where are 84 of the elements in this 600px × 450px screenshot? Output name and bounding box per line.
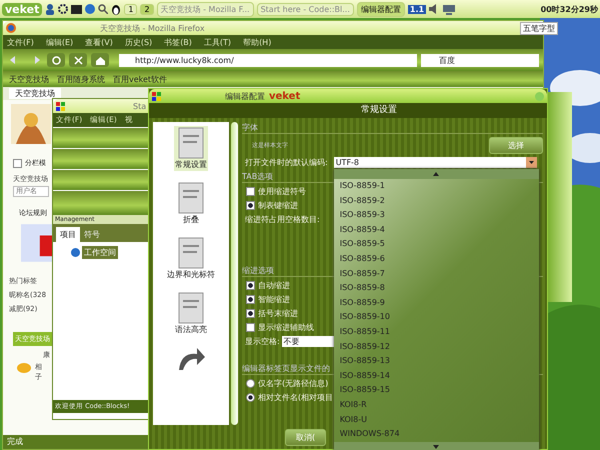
tree-item[interactable]: 工作空间 xyxy=(82,246,118,259)
browser-tab[interactable]: 天空竞技场 xyxy=(9,88,61,99)
scrollbar[interactable] xyxy=(231,122,238,425)
document-icon xyxy=(176,237,206,269)
panel-tab[interactable]: 项目 xyxy=(56,227,80,242)
task-button[interactable]: 编辑器配置 xyxy=(356,2,405,16)
spaces-label: 显示空格: xyxy=(244,336,280,347)
list-option[interactable]: ISO-8859-7 xyxy=(334,266,539,282)
encoding-dropdown[interactable]: UTF-8 xyxy=(334,157,526,168)
list-option[interactable]: ISO-8859-10 xyxy=(334,310,539,325)
list-option[interactable]: WINDOWS-874 xyxy=(334,427,539,442)
checkbox[interactable]: 显示缩进辅助线 xyxy=(242,322,314,333)
list-option[interactable]: ISO-8859-6 xyxy=(334,252,539,267)
category-item[interactable]: 常规设置 xyxy=(174,126,208,171)
menu-item[interactable]: 帮助(H) xyxy=(243,36,272,48)
home-icon xyxy=(96,56,104,64)
checkbox[interactable]: 智能缩进 xyxy=(242,294,290,305)
speech-bubble-icon xyxy=(17,362,31,374)
input-method-indicator[interactable]: 五笔字型 xyxy=(520,22,558,35)
window-title: 编辑器配置 xyxy=(225,90,265,102)
app-icon xyxy=(56,102,65,110)
page-title: 常规设置 xyxy=(361,105,397,115)
menu-item[interactable]: 工具(T) xyxy=(204,36,232,48)
group-label: 字体 xyxy=(242,122,543,134)
address-field[interactable]: http://www.lucky8k.com/ xyxy=(119,54,417,66)
stop-button[interactable] xyxy=(69,53,87,67)
workspace-icon xyxy=(71,248,80,257)
workspace-button[interactable]: 2 xyxy=(140,4,154,14)
home-button[interactable] xyxy=(91,53,109,67)
panel-tab[interactable]: 符号 xyxy=(80,227,104,242)
list-option[interactable]: KOI8-R xyxy=(334,398,539,412)
close-icon xyxy=(74,56,82,64)
document-icon xyxy=(176,292,206,324)
menu-item[interactable]: 书签(B) xyxy=(164,36,192,48)
category-item[interactable]: 折叠 xyxy=(175,181,207,226)
menu-item[interactable]: 编辑(E) xyxy=(46,36,74,48)
globe-icon[interactable] xyxy=(85,4,96,14)
checkbox[interactable]: 自动缩进 xyxy=(242,280,290,291)
gear-icon[interactable] xyxy=(58,4,68,14)
category-item[interactable]: 边界和光标符 xyxy=(166,236,216,281)
reload-icon xyxy=(52,56,60,64)
checkbox[interactable]: 使用缩进符号 xyxy=(242,186,306,197)
clock: 00时32分29秒 xyxy=(540,4,598,14)
penguin-icon[interactable] xyxy=(111,4,122,14)
bookmark-item[interactable]: 百用随身系统 xyxy=(57,74,105,84)
list-option[interactable]: ISO-8859-4 xyxy=(334,222,539,238)
menu-item[interactable]: 文件(F) xyxy=(7,36,34,48)
firefox-icon xyxy=(6,23,16,33)
curved-arrow-icon xyxy=(176,346,206,372)
category-item[interactable]: 语法高亮 xyxy=(174,291,208,336)
checkbox[interactable]: 制表键缩进 xyxy=(242,200,298,211)
window-title: Sta xyxy=(133,102,146,110)
search-icon[interactable] xyxy=(98,4,108,14)
encoding-label: 打开文件时的默认编码: xyxy=(244,157,328,168)
checkbox[interactable]: 括号末缩进 xyxy=(242,308,298,319)
document-icon xyxy=(176,127,206,159)
list-option[interactable]: ISO-8859-2 xyxy=(334,194,539,208)
bookmark-item[interactable]: 天空竞技场 xyxy=(9,74,49,84)
menu-item[interactable]: 查看(V) xyxy=(85,36,113,48)
list-option[interactable]: ISO-8859-3 xyxy=(334,208,539,223)
reload-button[interactable] xyxy=(47,53,65,67)
window-title: 天空竞技场 - Mozilla Firefox xyxy=(100,22,205,34)
menu-item[interactable]: 历史(S) xyxy=(124,36,152,48)
monitor-icon[interactable] xyxy=(442,4,456,14)
list-option[interactable]: ISO-8859-8 xyxy=(334,281,539,296)
search-field[interactable]: 百度 xyxy=(421,54,539,66)
bookmark-item[interactable]: 百用veket软件 xyxy=(113,74,168,84)
radio-button[interactable]: 仅名字(无路径信息) xyxy=(242,378,328,389)
list-option[interactable]: KOI8-U xyxy=(334,412,539,428)
down-arrow-icon xyxy=(433,444,440,449)
list-option[interactable]: ISO-8859-9 xyxy=(334,296,539,310)
indent-width-label: 缩进符占用空格数目: xyxy=(244,214,320,225)
radio-button[interactable]: 相对文件名(相对项目 xyxy=(242,392,334,403)
terminal-icon[interactable] xyxy=(71,4,82,14)
app-icon xyxy=(152,92,161,100)
list-option[interactable]: ISO-8859-5 xyxy=(334,237,539,252)
status-text: 完成 xyxy=(7,437,23,446)
user-icon[interactable] xyxy=(45,3,56,15)
layout-indicator[interactable]: 1.1 xyxy=(408,4,426,14)
workspace-button[interactable]: 1 xyxy=(124,4,138,14)
document-icon xyxy=(176,182,206,214)
up-arrow-icon xyxy=(433,172,440,176)
brand-logo: veket xyxy=(269,90,300,102)
list-option[interactable]: ISO-8859-15 xyxy=(334,383,539,398)
